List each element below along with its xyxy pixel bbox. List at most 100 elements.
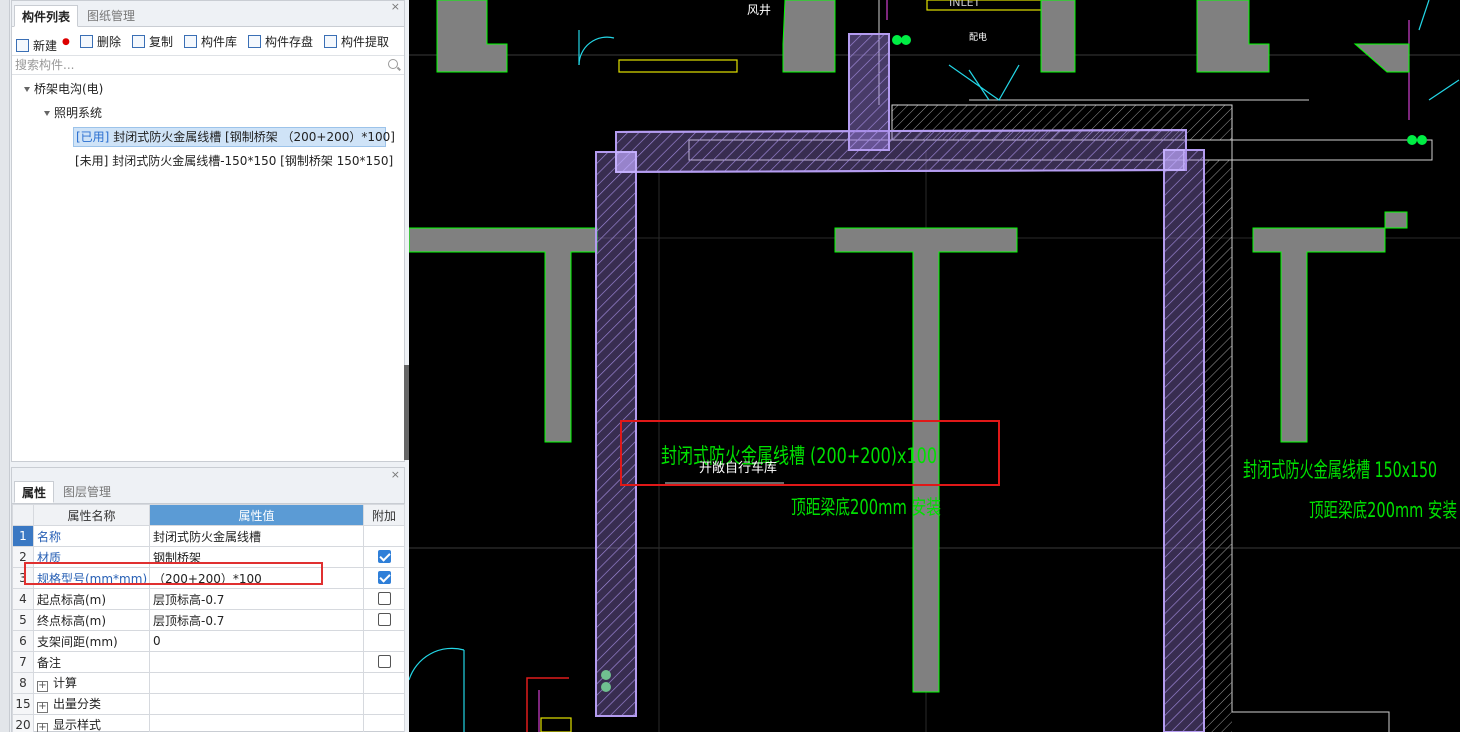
property-extra (363, 630, 405, 652)
row-number: 8 (12, 672, 34, 694)
copy-label: 复制 (149, 35, 174, 49)
chevron-down-icon[interactable] (44, 111, 50, 116)
property-name: 起点标高(m) (33, 588, 150, 610)
expand-icon[interactable]: + (37, 702, 48, 713)
cad-drawing[interactable]: 风井 INLET 配电 封闭式防火金属线槽 (200+200)x100 开敞自行… (409, 0, 1460, 732)
header-extra: 附加 (363, 504, 405, 526)
tray-secondary-label: 封闭式防火金属线槽 150x150 (1243, 458, 1437, 482)
search-icon[interactable] (388, 59, 398, 69)
property-value[interactable]: 封闭式防火金属线槽 (149, 525, 364, 547)
property-row[interactable]: 1 名称 封闭式防火金属线槽 (12, 525, 405, 547)
extra-checkbox[interactable] (377, 592, 391, 605)
extra-checkbox[interactable] (377, 613, 391, 626)
property-name-text: 出量分类 (53, 697, 102, 711)
property-extra (363, 525, 405, 547)
property-value[interactable] (149, 714, 364, 732)
property-extra (363, 546, 405, 568)
component-search-input[interactable]: 搜索构件... (12, 55, 404, 75)
red-lines (526, 677, 569, 732)
tree-item-selected[interactable]: [已用] 封闭式防火金属线槽 [钢制桥架 （200+200）*100] (73, 127, 395, 147)
property-panel: × 属性 图层管理 属性名称 属性值 附加 1 名称 封闭式防火金属线槽 2 材质 钢制桥… (11, 467, 405, 732)
property-extra (363, 693, 405, 715)
save-label: 构件存盘 (265, 35, 314, 49)
tree-root[interactable]: 桥架电沟(电) (12, 79, 404, 99)
property-name: + 显示样式 (33, 714, 150, 732)
close-icon[interactable]: × (391, 0, 400, 13)
expand-icon[interactable]: + (37, 681, 48, 692)
cad-drawing-canvas[interactable]: 风井 INLET 配电 封闭式防火金属线槽 (200+200)x100 开敞自行… (409, 0, 1460, 732)
property-extra (363, 672, 405, 694)
property-row[interactable]: 4 起点标高(m) 层顶标高-0.7 (12, 588, 405, 610)
overlap-label: 开敞自行车库 (699, 460, 777, 476)
component-list-panel: 构件列表 图纸管理 × 新建 ● 删除 复制 构件库 构件存盘 构件提取 搜索构件… (11, 0, 405, 462)
trash-icon (80, 35, 93, 48)
property-name-text: 备注 (37, 655, 62, 670)
property-name: 名称 (33, 525, 150, 547)
property-value[interactable] (149, 672, 364, 694)
copy-icon (132, 35, 145, 48)
property-value[interactable]: 层顶标高-0.7 (149, 609, 364, 631)
extract-component-button[interactable]: 构件提取 (324, 33, 389, 51)
property-row[interactable]: 6 支架间距(mm) 0 (12, 630, 405, 652)
shaft-label: 风井 (747, 3, 771, 17)
tab-component-list[interactable]: 构件列表 (14, 5, 79, 27)
property-name-text: 终点标高(m) (37, 613, 107, 628)
cad-texts: 风井 INLET 配电 封闭式防火金属线槽 (200+200)x100 开敞自行… (661, 0, 1457, 522)
new-button[interactable]: 新建 ● (16, 33, 70, 53)
property-name-text: 显示样式 (53, 718, 102, 732)
component-toolbar: 新建 ● 删除 复制 构件库 构件存盘 构件提取 (12, 30, 404, 54)
row-number: 15 (12, 693, 34, 715)
library-icon (184, 35, 197, 48)
property-value[interactable] (149, 693, 364, 715)
mount-label-2: 顶距梁底200mm 安装 (1309, 498, 1457, 522)
save-component-button[interactable]: 构件存盘 (248, 33, 313, 51)
concrete-columns (409, 0, 1410, 693)
extra-checkbox[interactable] (377, 655, 391, 668)
extra-checkbox[interactable] (377, 550, 391, 563)
property-row[interactable]: 20 + 显示样式 (12, 714, 405, 732)
tree-group[interactable]: 照明系统 (12, 103, 404, 123)
extract-icon (324, 35, 337, 48)
property-extra (363, 651, 405, 673)
copy-button[interactable]: 复制 (132, 33, 173, 51)
chevron-down-icon[interactable] (24, 87, 30, 92)
property-row[interactable]: 15 + 出量分类 (12, 693, 405, 715)
property-name: 终点标高(m) (33, 609, 150, 631)
property-row[interactable]: 7 备注 (12, 651, 405, 673)
spec-highlight-box (24, 562, 323, 585)
property-tabs: × 属性 图层管理 (12, 468, 404, 504)
status-unused: [未用] (75, 154, 109, 168)
save-icon (248, 35, 261, 48)
extract-label: 构件提取 (341, 35, 390, 49)
property-value[interactable] (149, 651, 364, 673)
delete-button[interactable]: 删除 (80, 33, 121, 51)
row-number: 7 (12, 651, 34, 673)
property-value[interactable]: 层顶标高-0.7 (149, 588, 364, 610)
property-extra (363, 714, 405, 732)
library-button[interactable]: 构件库 (184, 33, 237, 51)
header-property-name: 属性名称 (33, 504, 150, 526)
close-icon[interactable]: × (391, 468, 400, 481)
row-number: 1 (12, 525, 34, 547)
property-row[interactable]: 8 + 计算 (12, 672, 405, 694)
expand-icon[interactable]: + (37, 723, 48, 732)
tree-item-selected-row: [已用] 封闭式防火金属线槽 [钢制桥架 （200+200）*100] (73, 127, 395, 147)
tab-properties[interactable]: 属性 (14, 481, 55, 503)
property-grid-header: 属性名称 属性值 附加 (12, 504, 405, 526)
property-name-text: 名称 (37, 529, 62, 544)
property-name: + 计算 (33, 672, 150, 694)
tree-root-label: 桥架电沟(电) (34, 82, 104, 96)
property-value[interactable]: 0 (149, 630, 364, 652)
property-name: 备注 (33, 651, 150, 673)
tab-layer-management[interactable]: 图层管理 (56, 481, 118, 503)
sidebar-edge-strip (0, 0, 10, 732)
row-number: 5 (12, 609, 34, 631)
new-icon (16, 39, 29, 52)
new-dropdown-icon[interactable]: ● (62, 37, 70, 47)
library-label: 构件库 (201, 35, 238, 49)
tab-drawing-management[interactable]: 图纸管理 (80, 5, 142, 27)
tree-item[interactable]: [未用] 封闭式防火金属线槽-150*150 [钢制桥架 150*150] (75, 151, 404, 171)
property-row[interactable]: 5 终点标高(m) 层顶标高-0.7 (12, 609, 405, 631)
status-used: [已用] (76, 130, 110, 144)
extra-checkbox[interactable] (377, 571, 391, 584)
